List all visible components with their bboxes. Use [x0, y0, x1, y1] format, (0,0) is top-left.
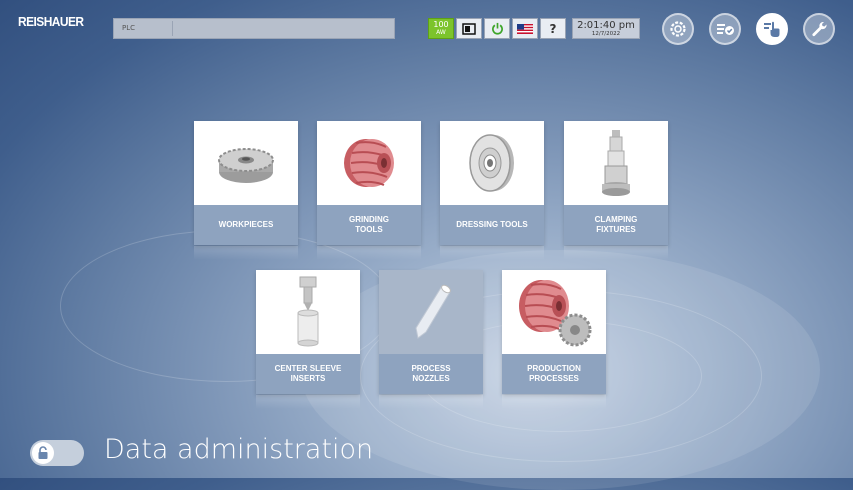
tile-reflection — [440, 246, 544, 260]
machine-setup-button[interactable] — [662, 13, 694, 45]
tile-dressing-tools[interactable]: DRESSING TOOLS — [440, 121, 544, 245]
plc-message-bar[interactable]: PLC — [113, 18, 395, 39]
tile-workpieces[interactable]: WORKPIECES — [194, 121, 298, 245]
list-check-icon — [717, 24, 734, 35]
clock: 2:01:40 pm 12/7/2022 — [572, 18, 640, 39]
divider — [172, 21, 173, 36]
wrench-person-icon — [812, 21, 827, 37]
power-value: 100 — [433, 19, 449, 29]
production-process-icon — [502, 270, 606, 354]
reishauer-logo: REISHAUER — [18, 14, 84, 29]
plc-label: PLC — [122, 24, 136, 32]
tile-reflection — [564, 246, 668, 260]
grinding-worm-icon — [317, 121, 421, 205]
machine-status-icon[interactable] — [456, 18, 482, 39]
power-unit: AW — [436, 28, 446, 36]
unlock-toggle[interactable] — [30, 440, 84, 466]
tile-grinding-tools[interactable]: GRINDING TOOLS — [317, 121, 421, 245]
job-list-button[interactable] — [709, 13, 741, 45]
tile-reflection — [194, 246, 298, 260]
unlock-icon — [32, 442, 54, 464]
tile-reflection — [256, 395, 360, 409]
tile-reflection — [379, 395, 483, 409]
nozzle-icon — [379, 270, 483, 354]
dressing-disc-icon — [440, 121, 544, 205]
tile-label: CENTER SLEEVE INSERTS — [256, 354, 360, 394]
tile-clamping-fixtures[interactable]: CLAMPING FIXTURES — [564, 121, 668, 245]
clamping-fixture-icon — [564, 121, 668, 205]
tile-center-sleeve-inserts[interactable]: CENTER SLEEVE INSERTS — [256, 270, 360, 394]
center-sleeve-icon — [256, 270, 360, 354]
tile-reflection — [317, 246, 421, 260]
status-bar: 100 AW ? 2:01:40 pm 12/7/2022 — [428, 18, 640, 39]
tile-process-nozzles[interactable]: PROCESS NOZZLES — [379, 270, 483, 394]
tile-label: DRESSING TOOLS — [440, 205, 544, 245]
power-icon[interactable] — [484, 18, 510, 39]
tile-reflection — [502, 395, 606, 409]
help-button[interactable]: ? — [540, 18, 566, 39]
page-title: Data administration — [104, 434, 374, 465]
tile-label: GRINDING TOOLS — [317, 205, 421, 245]
gear-icon — [194, 121, 298, 205]
clock-date: 12/7/2022 — [591, 31, 621, 37]
power-status[interactable]: 100 AW — [428, 18, 454, 39]
tile-label: PRODUCTION PROCESSES — [502, 354, 606, 394]
hand-pointer-icon — [764, 21, 780, 37]
tile-label: PROCESS NOZZLES — [379, 354, 483, 394]
tile-production-processes[interactable]: PRODUCTION PROCESSES — [502, 270, 606, 394]
us-flag-icon[interactable] — [512, 18, 538, 39]
tile-label: CLAMPING FIXTURES — [564, 205, 668, 245]
clock-time: 2:01:40 pm — [577, 20, 635, 31]
service-button[interactable] — [803, 13, 835, 45]
gear-check-icon — [670, 21, 686, 37]
tile-label: WORKPIECES — [194, 205, 298, 245]
manual-operation-button[interactable] — [756, 13, 788, 45]
